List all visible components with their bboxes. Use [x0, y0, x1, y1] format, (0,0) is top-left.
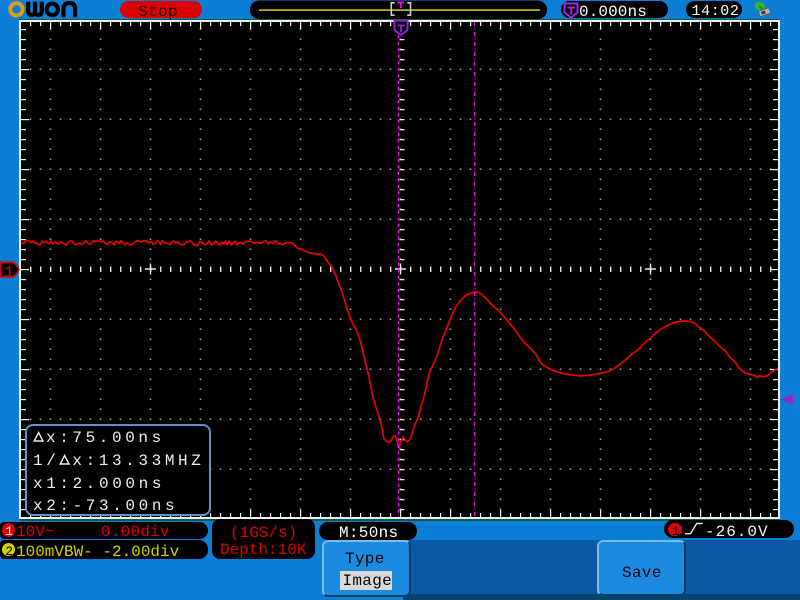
svg-text:1: 1: [4, 264, 14, 282]
